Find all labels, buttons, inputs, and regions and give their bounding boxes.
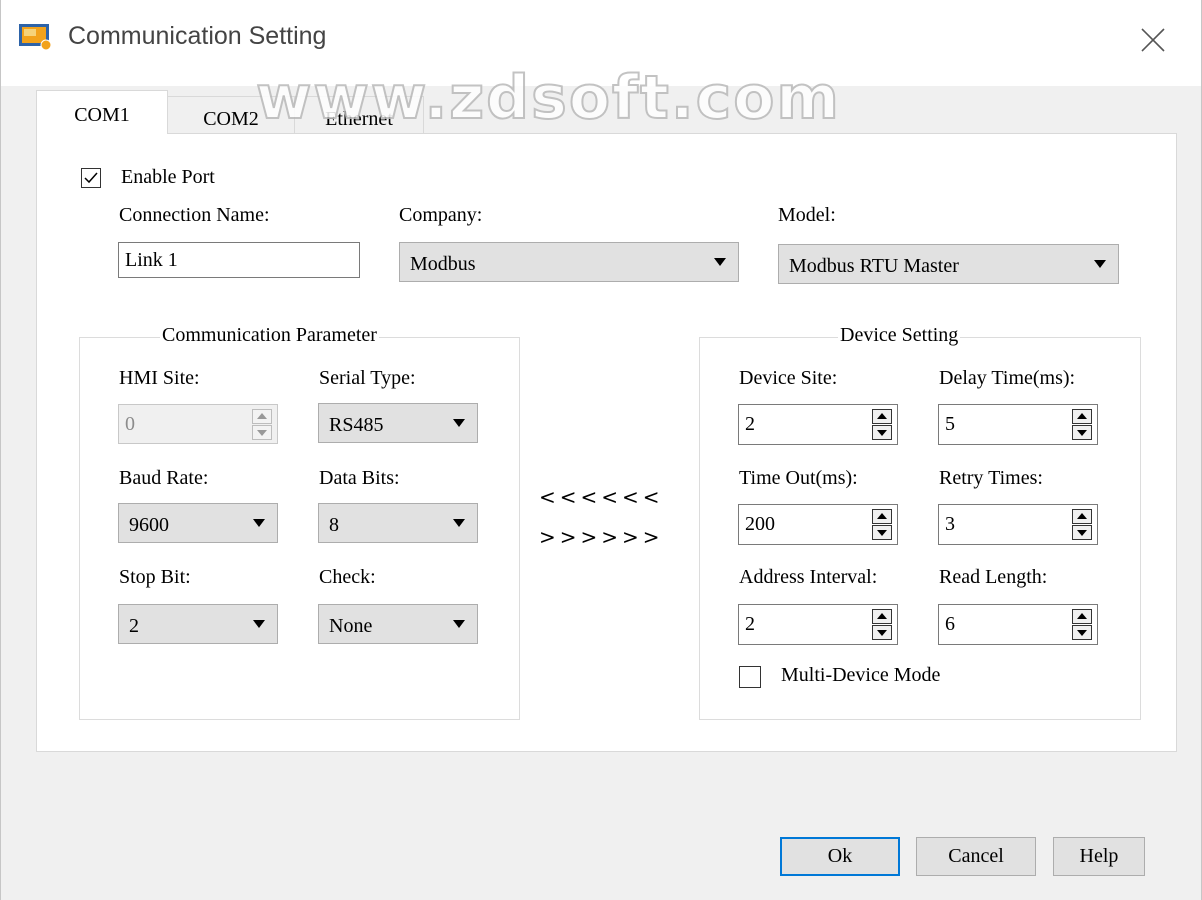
- help-button[interactable]: Help: [1053, 837, 1145, 876]
- chevron-down-icon: [714, 258, 726, 266]
- connection-name-label: Connection Name:: [119, 204, 270, 226]
- hmi-site-spinner: 0: [118, 404, 278, 444]
- hmi-site-label: HMI Site:: [119, 367, 200, 389]
- multi-device-mode-checkbox[interactable]: [739, 666, 761, 688]
- retry-times-value: 3: [945, 513, 955, 535]
- connection-name-input[interactable]: Link 1: [118, 242, 360, 278]
- baud-rate-label: Baud Rate:: [119, 467, 209, 489]
- read-length-spinner[interactable]: 6: [938, 604, 1098, 645]
- stop-bit-label: Stop Bit:: [119, 566, 191, 588]
- stop-bit-value: 2: [129, 615, 139, 637]
- baud-rate-select[interactable]: 9600: [118, 503, 278, 543]
- check-select[interactable]: None: [318, 604, 478, 644]
- check-value: None: [329, 615, 373, 637]
- delay-time-spinner[interactable]: 5: [938, 404, 1098, 445]
- serial-type-value: RS485: [329, 414, 384, 436]
- address-interval-value: 2: [745, 613, 755, 635]
- spin-up-icon[interactable]: [872, 409, 892, 424]
- model-label: Model:: [778, 204, 836, 226]
- spin-up-icon: [252, 409, 272, 424]
- tab-com1[interactable]: COM1: [36, 90, 168, 134]
- spin-down-icon[interactable]: [872, 525, 892, 540]
- copy-left-button[interactable]: <<<<<<: [539, 485, 664, 509]
- spin-down-icon[interactable]: [872, 625, 892, 640]
- spin-up-icon[interactable]: [1072, 409, 1092, 424]
- company-label: Company:: [399, 204, 483, 226]
- device-site-value: 2: [745, 413, 755, 435]
- tab-ethernet[interactable]: Ethernet: [294, 96, 424, 134]
- device-site-label: Device Site:: [739, 367, 838, 389]
- serial-type-label: Serial Type:: [319, 367, 416, 389]
- chevron-down-icon: [1094, 260, 1106, 268]
- company-value: Modbus: [410, 253, 476, 275]
- address-interval-label: Address Interval:: [739, 566, 878, 588]
- spin-down-icon[interactable]: [1072, 425, 1092, 440]
- spin-down-icon[interactable]: [872, 425, 892, 440]
- spin-up-icon[interactable]: [1072, 509, 1092, 524]
- enable-port-label: Enable Port: [121, 166, 215, 188]
- chevron-down-icon: [253, 519, 265, 527]
- baud-rate-value: 9600: [129, 514, 169, 536]
- data-bits-select[interactable]: 8: [318, 503, 478, 543]
- chevron-down-icon: [253, 620, 265, 628]
- ok-button[interactable]: Ok: [780, 837, 900, 876]
- multi-device-mode-label: Multi-Device Mode: [781, 664, 941, 686]
- retry-times-spinner[interactable]: 3: [938, 504, 1098, 545]
- hmi-site-value: 0: [125, 413, 135, 435]
- spin-down-icon[interactable]: [1072, 525, 1092, 540]
- address-interval-spinner[interactable]: 2: [738, 604, 898, 645]
- spin-down-icon: [252, 425, 272, 440]
- communication-parameter-title: Communication Parameter: [160, 324, 379, 347]
- communication-setting-dialog: Communication Setting COM1 COM2 Ethernet…: [0, 0, 1202, 900]
- stop-bit-select[interactable]: 2: [118, 604, 278, 644]
- delay-time-label: Delay Time(ms):: [939, 367, 1076, 389]
- time-out-spinner[interactable]: 200: [738, 504, 898, 545]
- model-select[interactable]: Modbus RTU Master: [778, 244, 1119, 284]
- time-out-value: 200: [745, 513, 775, 535]
- company-select[interactable]: Modbus: [399, 242, 739, 282]
- spin-down-icon[interactable]: [1072, 625, 1092, 640]
- device-site-spinner[interactable]: 2: [738, 404, 898, 445]
- cancel-button[interactable]: Cancel: [916, 837, 1036, 876]
- retry-times-label: Retry Times:: [939, 467, 1043, 489]
- spin-up-icon[interactable]: [872, 609, 892, 624]
- data-bits-value: 8: [329, 514, 339, 536]
- delay-time-value: 5: [945, 413, 955, 435]
- serial-type-select[interactable]: RS485: [318, 403, 478, 443]
- time-out-label: Time Out(ms):: [739, 467, 858, 489]
- close-icon[interactable]: [1139, 26, 1167, 54]
- window-title: Communication Setting: [68, 22, 327, 50]
- tab-com2[interactable]: COM2: [167, 96, 295, 134]
- spin-up-icon[interactable]: [1072, 609, 1092, 624]
- model-value: Modbus RTU Master: [789, 255, 959, 277]
- chevron-down-icon: [453, 620, 465, 628]
- spin-up-icon[interactable]: [872, 509, 892, 524]
- check-label: Check:: [319, 566, 376, 588]
- read-length-value: 6: [945, 613, 955, 635]
- device-setting-title: Device Setting: [838, 324, 961, 347]
- checkmark-icon: [84, 172, 98, 184]
- title-bar: Communication Setting: [1, 0, 1201, 86]
- chevron-down-icon: [453, 419, 465, 427]
- enable-port-checkbox[interactable]: [81, 168, 101, 188]
- app-icon: [19, 24, 52, 51]
- data-bits-label: Data Bits:: [319, 467, 400, 489]
- read-length-label: Read Length:: [939, 566, 1048, 588]
- copy-right-button[interactable]: >>>>>>: [539, 525, 664, 549]
- chevron-down-icon: [453, 519, 465, 527]
